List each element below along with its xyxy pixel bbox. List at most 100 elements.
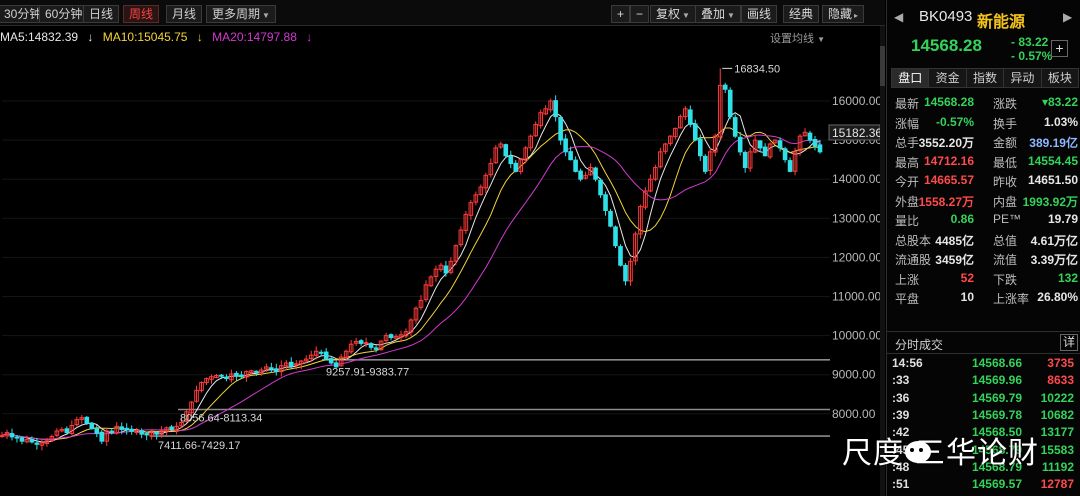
candle-body (782, 148, 788, 161)
candle-body (169, 426, 174, 430)
quote-label: 涨跌 (993, 97, 1018, 111)
candle-body (363, 342, 369, 345)
candle-body (608, 210, 613, 227)
tick-time: 14:56 (892, 356, 923, 370)
candle-body (553, 100, 558, 118)
candle-body (119, 426, 125, 430)
y-tick-label: 8000.00 (832, 407, 876, 421)
candle-body (139, 430, 144, 435)
candle-body (732, 117, 738, 137)
kline-chart[interactable]: 8000.00 9000.00 10000.00 11000.00 12000.00 13… (0, 0, 880, 496)
candle-body (777, 140, 783, 149)
scrollbar-thumb[interactable] (880, 46, 885, 86)
candle-body (318, 351, 324, 354)
divider (887, 331, 1080, 332)
quote-label: PE™ (993, 212, 1022, 226)
tick-volume: 10222 (1040, 390, 1074, 405)
candle-body (817, 144, 823, 153)
quote-panel: ◀ BK0493 新能源 ▶ 14568.28 - 83.22 - 0.57% … (886, 0, 1080, 496)
tick-volume: 10682 (1040, 407, 1074, 422)
add-watchlist-button[interactable]: + (1051, 40, 1068, 57)
quote-label: 总股本 (895, 233, 932, 248)
tick-price: 14568.66 (971, 356, 1022, 370)
candle-body (443, 265, 449, 274)
candle-body (109, 430, 115, 434)
quote-value: 14554.45 (1027, 153, 1078, 168)
tick-price: 14569.78 (971, 407, 1022, 422)
candle-body (812, 138, 818, 147)
sector-name: 新能源 (977, 14, 1026, 31)
candle-body (323, 351, 329, 360)
quote-value: 0.86 (950, 212, 974, 226)
tab-yidong[interactable]: 异动 (1004, 69, 1042, 87)
wechat-logo-icon (905, 441, 931, 463)
divider (887, 353, 1080, 354)
candle-body (573, 159, 578, 172)
quote-value: 10 (960, 290, 974, 304)
candle-body (563, 138, 568, 153)
quote-value: 4.61万亿 (1030, 233, 1078, 248)
tab-zijin[interactable]: 资金 (929, 69, 967, 87)
vertical-scrollbar[interactable] (880, 26, 885, 496)
y-tick-label: 13000.00 (832, 211, 880, 225)
tick-volume: 3735 (1047, 356, 1074, 370)
candle-body (288, 361, 294, 367)
sector-code: BK0493 (919, 8, 973, 25)
candle-body (358, 340, 364, 344)
ma5-line (1, 112, 820, 443)
candle-body (84, 416, 90, 424)
candle-body (697, 138, 703, 157)
candle-body (99, 431, 105, 442)
quote-label: 量比 (895, 214, 920, 228)
tab-zhishu[interactable]: 指数 (966, 69, 1005, 87)
quote-label: 最新 (895, 97, 920, 111)
candle-body (328, 358, 334, 364)
quote-label: 总值 (993, 233, 1018, 248)
quote-label: 金额 (993, 136, 1018, 150)
y-tick-label: 9000.00 (832, 368, 876, 382)
y-tick-label: 16000.00 (832, 94, 880, 108)
quote-value: 1.03% (1043, 114, 1078, 129)
candle-body (19, 437, 25, 442)
candle-body (578, 170, 583, 180)
candle-body (224, 376, 229, 380)
candle-body (807, 132, 813, 141)
quote-label: 最低 (993, 155, 1018, 170)
last-price: 14568.28 (911, 36, 982, 55)
candle-body (742, 151, 748, 168)
quote-tabs: 盘口 资金 指数 异动 板块 (891, 68, 1079, 88)
quote-label: 上涨 (895, 272, 920, 287)
candle-body (269, 367, 274, 370)
quote-label: 下跌 (993, 272, 1018, 287)
candle-body (254, 370, 259, 373)
candle-body (593, 167, 598, 180)
candles (0, 68, 823, 451)
candle-body (14, 436, 20, 439)
candle-body (623, 264, 628, 282)
candle-body (274, 368, 279, 373)
ticks-detail-button[interactable]: 详 (1060, 334, 1078, 351)
next-arrow-icon[interactable]: ▶ (1063, 10, 1072, 24)
quote-label: 平盘 (895, 292, 920, 306)
quote-value: 1993.92万 (1022, 194, 1078, 209)
tab-bankuai[interactable]: 板块 (1041, 69, 1079, 87)
candle-body (239, 374, 244, 378)
tick-price: 14569.79 (971, 390, 1022, 405)
y-tick-label: 12000.00 (832, 250, 880, 264)
tab-pankou[interactable]: 盘口 (892, 69, 930, 87)
candle-body (598, 179, 603, 196)
current-price-label: 15182.36 (832, 126, 880, 140)
quote-value: 52 (960, 270, 974, 285)
quote-label: 流通股 (895, 253, 932, 267)
candle-body (787, 160, 793, 172)
tick-price: 14569.57 (971, 477, 1022, 492)
quote-value: ▾83.22 (1041, 95, 1078, 109)
quote-value: 4485亿 (935, 233, 974, 248)
prev-arrow-icon[interactable]: ◀ (894, 10, 903, 24)
candle-body (34, 442, 40, 445)
candle-body (737, 136, 743, 153)
candle-body (89, 422, 95, 430)
candle-body (373, 347, 379, 350)
candle-body (693, 123, 698, 141)
tick-volume: 12787 (1040, 477, 1074, 492)
